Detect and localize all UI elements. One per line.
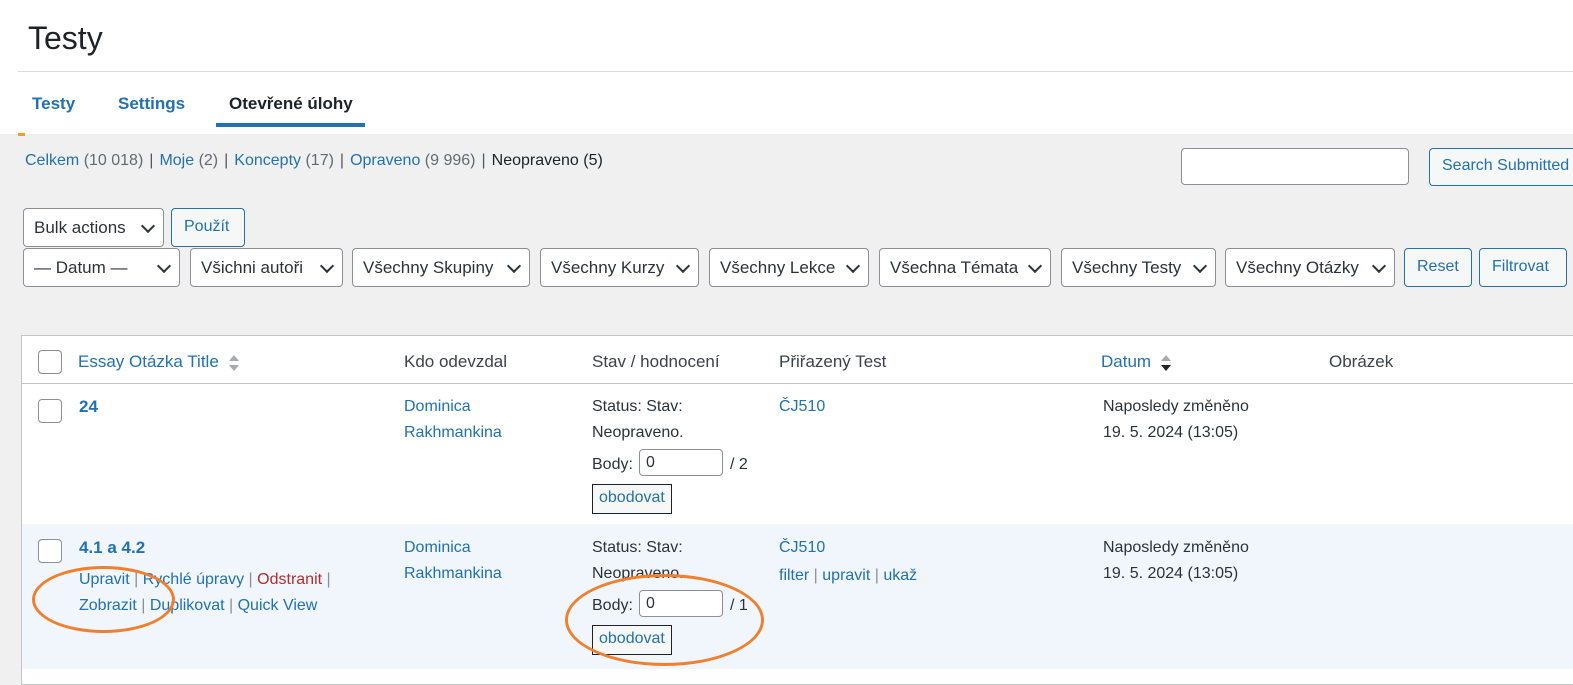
filter-quiz-select[interactable]: Všechny Testy [1061, 248, 1216, 287]
grade-button[interactable]: obodovat [592, 484, 672, 514]
view-ungraded[interactable]: Neopraveno (5) [492, 152, 603, 169]
row-checkbox[interactable] [38, 539, 62, 563]
filter-topic-label: Všechna Témata [890, 258, 1019, 277]
points-label: Body: [592, 597, 633, 614]
page-title: Testy [28, 20, 103, 56]
chevron-down-icon [1371, 258, 1387, 274]
column-header-status: Stav / hodnocení [592, 352, 720, 371]
chevron-down-icon [140, 218, 156, 234]
filter-question-label: Všechny Otázky [1236, 258, 1359, 277]
test-action-edit[interactable]: upravit [822, 567, 870, 584]
grade-button[interactable]: obodovat [592, 625, 672, 655]
page-header: Testy Testy Settings Otevřené úlohy [0, 0, 1573, 134]
action-edit[interactable]: Upravit [79, 571, 130, 588]
filter-question-select[interactable]: Všechny Otázky [1225, 248, 1395, 287]
filter-date-label: — Datum — [34, 258, 128, 277]
reset-button[interactable]: Reset [1404, 248, 1472, 287]
column-header-image: Obrázek [1329, 352, 1394, 371]
action-view[interactable]: Zobrazit [79, 597, 137, 614]
view-graded[interactable]: Opraveno (9 996) [350, 152, 475, 169]
filter-course-select[interactable]: Všechny Kurzy [540, 248, 699, 287]
apply-button[interactable]: Použít [171, 208, 245, 247]
test-actions: filter | upravit | ukaž [779, 567, 918, 584]
test-action-view[interactable]: ukaž [883, 567, 917, 584]
chevron-down-icon [845, 258, 861, 274]
row-actions: Upravit | Rychlé úpravy | Odstranit | Zo… [79, 571, 331, 614]
filter-author-label: Všichni autoři [201, 258, 304, 277]
action-quick-view[interactable]: Quick View [238, 597, 318, 614]
points-max: / 1 [730, 597, 748, 614]
table-header-divider [22, 383, 1573, 384]
active-tab-indicator [216, 123, 365, 127]
filter-date-select[interactable]: — Datum — [23, 248, 180, 287]
column-header-test: Přiřazený Test [779, 352, 887, 371]
chevron-down-icon [156, 258, 172, 274]
view-all[interactable]: Celkem (10 018) [25, 152, 143, 169]
filter-group-select[interactable]: Všechny Skupiny [352, 248, 530, 287]
bulk-actions-select[interactable]: Bulk actions [23, 208, 164, 247]
chevron-down-icon [1192, 258, 1208, 274]
author-link[interactable]: Dominica Rakhmankina [404, 398, 502, 441]
view-mine[interactable]: Moje (2) [159, 152, 218, 169]
test-link[interactable]: ČJ510 [779, 539, 825, 556]
search-input[interactable] [1181, 148, 1409, 185]
points-input[interactable] [639, 590, 723, 617]
filter-lesson-label: Všechny Lekce [720, 258, 836, 277]
action-quick-edit[interactable]: Rychlé úpravy [143, 571, 244, 588]
points-label: Body: [592, 456, 633, 473]
select-all-checkbox[interactable] [38, 350, 62, 374]
row-title-link[interactable]: 4.1 a 4.2 [79, 538, 145, 557]
chevron-down-icon [1027, 258, 1043, 274]
header-divider [18, 71, 1573, 72]
points-input[interactable] [639, 449, 723, 476]
column-header-date[interactable]: Datum [1101, 352, 1172, 373]
test-action-filter[interactable]: filter [779, 567, 809, 584]
view-drafts[interactable]: Koncepty (17) [234, 152, 334, 169]
filter-lesson-select[interactable]: Všechny Lekce [709, 248, 869, 287]
date-text: Naposledy změněno 19. 5. 2024 (13:05) [1103, 398, 1249, 441]
status-text: Status: Stav: Neopraveno. [592, 398, 684, 441]
submissions-table: Essay Otázka Title Kdo odevzdal Stav / h… [21, 335, 1573, 685]
tab-testy[interactable]: Testy [32, 94, 75, 114]
status-filter-links: Celkem (10 018) | Moje (2) | Koncepty (17) | O… [25, 152, 603, 169]
chevron-down-icon [319, 258, 335, 274]
action-duplicate[interactable]: Duplikovat [150, 597, 225, 614]
notice-accent [18, 133, 25, 136]
row-checkbox[interactable] [38, 399, 62, 423]
filter-course-label: Všechny Kurzy [551, 258, 665, 277]
search-button[interactable]: Search Submitted [1429, 148, 1573, 186]
tab-open-tasks[interactable]: Otevřené úlohy [229, 94, 353, 114]
sort-desc-icon [1160, 354, 1171, 371]
column-header-title[interactable]: Essay Otázka Title [78, 352, 240, 373]
points-max: / 2 [730, 456, 748, 473]
action-delete[interactable]: Odstranit [257, 571, 322, 588]
chevron-down-icon [506, 258, 522, 274]
filter-quiz-label: Všechny Testy [1072, 258, 1182, 277]
test-link[interactable]: ČJ510 [779, 398, 825, 415]
filter-group-label: Všechny Skupiny [363, 258, 494, 277]
author-link[interactable]: Dominica Rakhmankina [404, 539, 502, 582]
status-text: Status: Stav: Neopraveno. [592, 539, 684, 582]
filter-topic-select[interactable]: Všechna Témata [879, 248, 1051, 287]
chevron-down-icon [675, 258, 691, 274]
date-text: Naposledy změněno 19. 5. 2024 (13:05) [1103, 539, 1249, 582]
tab-settings[interactable]: Settings [118, 94, 185, 114]
column-header-author: Kdo odevzdal [404, 352, 508, 371]
filter-author-select[interactable]: Všichni autoři [190, 248, 343, 287]
bulk-actions-label: Bulk actions [34, 218, 126, 237]
row-title-link[interactable]: 24 [79, 397, 98, 416]
filter-button[interactable]: Filtrovat [1479, 248, 1567, 287]
sort-icon [228, 354, 239, 371]
